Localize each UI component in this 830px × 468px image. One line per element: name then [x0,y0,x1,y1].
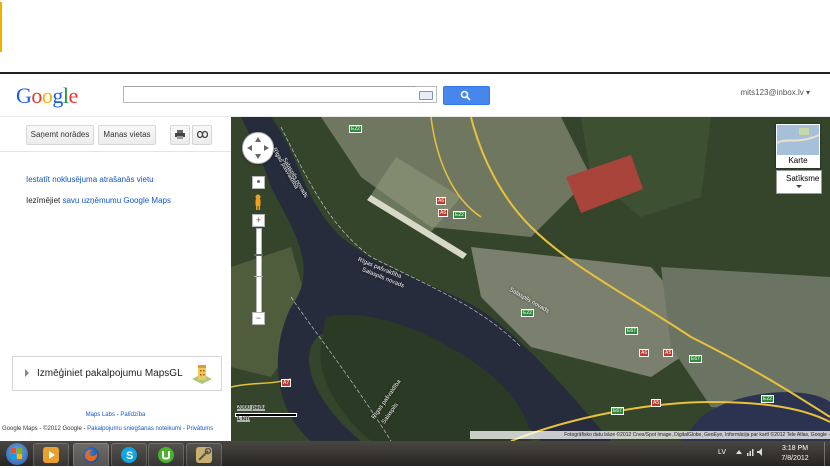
road-shield-label: E67 [689,355,702,363]
scale-feet: 2000 pēdu [237,405,266,411]
road-shield-label: E22 [761,395,774,403]
zoom-in-button[interactable]: + [252,214,265,227]
skype-icon: S [121,447,137,463]
chevron-down-icon [796,185,802,188]
logo-letter: o [31,83,42,108]
keyboard-icon [419,91,433,100]
road-shield-label: A5 [663,349,674,357]
user-account-menu[interactable]: mits123@inbox.lv ▾ [740,88,810,97]
sidebar-divider [0,151,231,152]
tray-arrow-icon[interactable] [735,448,743,456]
user-email: mits123@inbox.lv [740,88,804,97]
copyright-text: Google Maps - ©2012 Google - [2,426,88,432]
link-button[interactable] [192,125,212,145]
volume-icon[interactable] [757,448,765,456]
road-shield-label: A6 [438,209,449,217]
get-directions-button[interactable]: Saņemt norādes [26,125,94,145]
language-indicator[interactable]: LV [718,449,726,456]
windows-logo-icon [11,448,22,459]
privacy-link[interactable]: Privātums [187,426,214,432]
help-link[interactable]: Palīdzība [120,412,145,418]
embed-prefix: Iezīmējiet [26,196,63,205]
map-type-karte-button[interactable]: Karte [776,124,820,168]
pan-arrows-icon [247,137,269,159]
footer-links: Maps Labs - Palīdzība [0,412,231,418]
keyboard-button[interactable] [415,86,437,103]
embed-business-line: Iezīmējiet savu uzņēmumu Google Maps [26,196,171,205]
map-thumbnail-icon [776,125,820,155]
link-icon [196,130,208,139]
network-icon[interactable] [746,448,754,456]
map-attribution: Fotogrāfisko datu bāze ©2012 Cnes/Spot I… [470,431,830,439]
taskbar-firefox[interactable] [73,443,109,467]
terms-link[interactable]: Pakalpojumu sniegšanas noteikumi [87,426,181,432]
mapsgl-promo[interactable]: Izmēģiniet pakalpojumu MapsGL [12,356,222,391]
traffic-layer-button[interactable]: Satīksme [776,170,822,194]
search-button[interactable] [443,86,490,105]
road-shield-label: A6 [639,349,650,357]
top-blank-area [0,0,830,72]
scale-km: 1 km [237,416,251,422]
taskbar-tools[interactable] [186,443,222,467]
show-desktop-button[interactable] [824,442,830,466]
zoom-to-fit-button[interactable] [252,176,265,189]
my-places-button[interactable]: Manas vietas [98,125,156,145]
chevron-down-icon: ▾ [805,88,810,97]
left-edge-mark [0,2,2,52]
sidebar-panel [0,117,231,440]
mapsgl-building-icon [192,365,212,384]
road-shield-label: E67 [625,327,638,335]
set-default-location-link[interactable]: Iestatīt noklusējuma atrašanās vietu [26,175,154,184]
maps-labs-link[interactable]: Maps Labs [86,412,115,418]
search-icon [460,90,471,101]
traffic-label: Satīksme [786,174,820,183]
road-shield-label: A5 [651,399,662,407]
print-icon [175,130,185,139]
utorrent-icon [158,447,174,463]
zoom-slider-handle[interactable] [254,254,263,256]
target-icon [257,180,260,183]
clock-date: 7/8/2012 [781,455,809,462]
road-shield-label: A7 [281,379,292,387]
logo-letter: o [41,83,53,108]
clock-time: 3:18 PM [781,445,809,452]
print-button[interactable] [170,125,190,145]
search-input[interactable] [123,86,417,103]
logo-letter: g [52,83,63,108]
zoom-tick [254,276,263,277]
road-shield-label: A6 [436,197,447,205]
road-shield-label: E22 [349,125,362,133]
start-button[interactable] [6,443,28,465]
google-logo[interactable]: Google [16,83,78,109]
road-shield-label: E67 [611,407,624,415]
firefox-icon [83,447,99,463]
street-view-pegman-icon[interactable] [254,194,262,210]
map-scale: 2000 pēdu 1 km [235,405,297,423]
taskbar-utorrent[interactable] [148,443,184,467]
pan-control[interactable] [242,132,274,164]
footer-copyright: Google Maps - ©2012 Google - Pakalpojumu… [2,426,214,432]
zoom-out-button[interactable]: − [252,312,265,325]
svg-text:S: S [126,450,133,462]
mapsgl-promo-text: Izmēģiniet pakalpojumu MapsGL [37,368,183,379]
system-clock[interactable]: 3:18 PM 7/8/2012 [770,444,820,464]
logo-letter: e [68,83,79,108]
satellite-map[interactable]: E22 A6 E22 A6 E22 E67 A5 E67 A7 E67 A5 A6 E22 Rīgas … [231,117,830,441]
expand-arrow-icon [25,369,29,377]
taskbar-skype[interactable]: S [111,443,147,467]
satellite-imagery [231,117,830,441]
tools-icon [196,447,212,463]
media-player-icon [43,447,59,463]
logo-letter: G [16,83,32,108]
road-shield-label: E22 [521,309,534,317]
road-shield-label: E22 [453,211,466,219]
map-type-label: Karte [777,155,819,167]
embed-business-link[interactable]: savu uzņēmumu Google Maps [62,196,171,205]
zoom-slider[interactable] [256,228,262,314]
taskbar-media-player[interactable] [33,443,69,467]
